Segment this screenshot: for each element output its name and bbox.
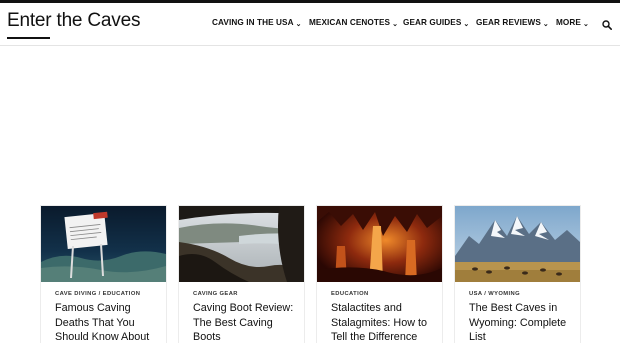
nav-item-label: GEAR REVIEWS xyxy=(476,18,541,27)
nav-item-gear-guides[interactable]: GEAR GUIDES ⌄ xyxy=(403,18,470,28)
nav-item-label: CAVING IN THE USA xyxy=(212,18,294,27)
chevron-down-icon: ⌄ xyxy=(463,21,470,28)
nav-item-label: MORE xyxy=(556,18,581,27)
wyoming-mountains-image xyxy=(455,206,580,282)
cave-overlook-image xyxy=(179,206,304,282)
chevron-down-icon: ⌄ xyxy=(295,21,302,28)
article-category[interactable]: USA / WYOMING xyxy=(469,291,520,297)
article-thumbnail[interactable] xyxy=(317,206,442,282)
article-card[interactable]: CAVE DIVING / EDUCATION Famous Caving De… xyxy=(41,206,166,343)
nav-item-mexican-cenotes[interactable]: MEXICAN CENOTES ⌄ xyxy=(309,18,399,28)
nav-item-label: MEXICAN CENOTES xyxy=(309,18,391,27)
site-logo[interactable]: Enter the Caves xyxy=(7,10,140,32)
chevron-down-icon: ⌄ xyxy=(582,21,589,28)
nav-item-caving-in-the-usa[interactable]: CAVING IN THE USA ⌄ xyxy=(212,18,302,28)
nav-item-gear-reviews[interactable]: GEAR REVIEWS ⌄ xyxy=(476,18,549,28)
search-icon[interactable] xyxy=(602,20,612,30)
nav-item-label: GEAR GUIDES xyxy=(403,18,462,27)
article-category[interactable]: EDUCATION xyxy=(331,291,369,297)
chevron-down-icon: ⌄ xyxy=(392,21,399,28)
underwater-cave-image xyxy=(41,206,166,282)
article-thumbnail[interactable] xyxy=(41,206,166,282)
article-thumbnail[interactable] xyxy=(179,206,304,282)
article-category[interactable]: CAVE DIVING / EDUCATION xyxy=(55,291,140,297)
article-title[interactable]: Caving Boot Review: The Best Caving Boot… xyxy=(193,301,297,343)
article-title[interactable]: Stalactites and Stalagmites: How to Tell… xyxy=(331,301,435,343)
article-title[interactable]: The Best Caves in Wyoming: Complete List xyxy=(469,301,573,343)
article-title[interactable]: Famous Caving Deaths That You Should Kno… xyxy=(55,301,159,343)
article-card[interactable]: CAVING GEAR Caving Boot Review: The Best… xyxy=(179,206,304,343)
logo-underline xyxy=(7,37,50,39)
chevron-down-icon: ⌄ xyxy=(542,21,549,28)
nav-item-more[interactable]: MORE ⌄ xyxy=(556,18,589,28)
article-thumbnail[interactable] xyxy=(455,206,580,282)
site-header: Enter the Caves CAVING IN THE USA ⌄ MEXIC… xyxy=(0,3,620,46)
cave-formations-image xyxy=(317,206,442,282)
article-card[interactable]: EDUCATION Stalactites and Stalagmites: H… xyxy=(317,206,442,343)
article-category[interactable]: CAVING GEAR xyxy=(193,291,238,297)
article-card[interactable]: USA / WYOMING The Best Caves in Wyoming:… xyxy=(455,206,580,343)
